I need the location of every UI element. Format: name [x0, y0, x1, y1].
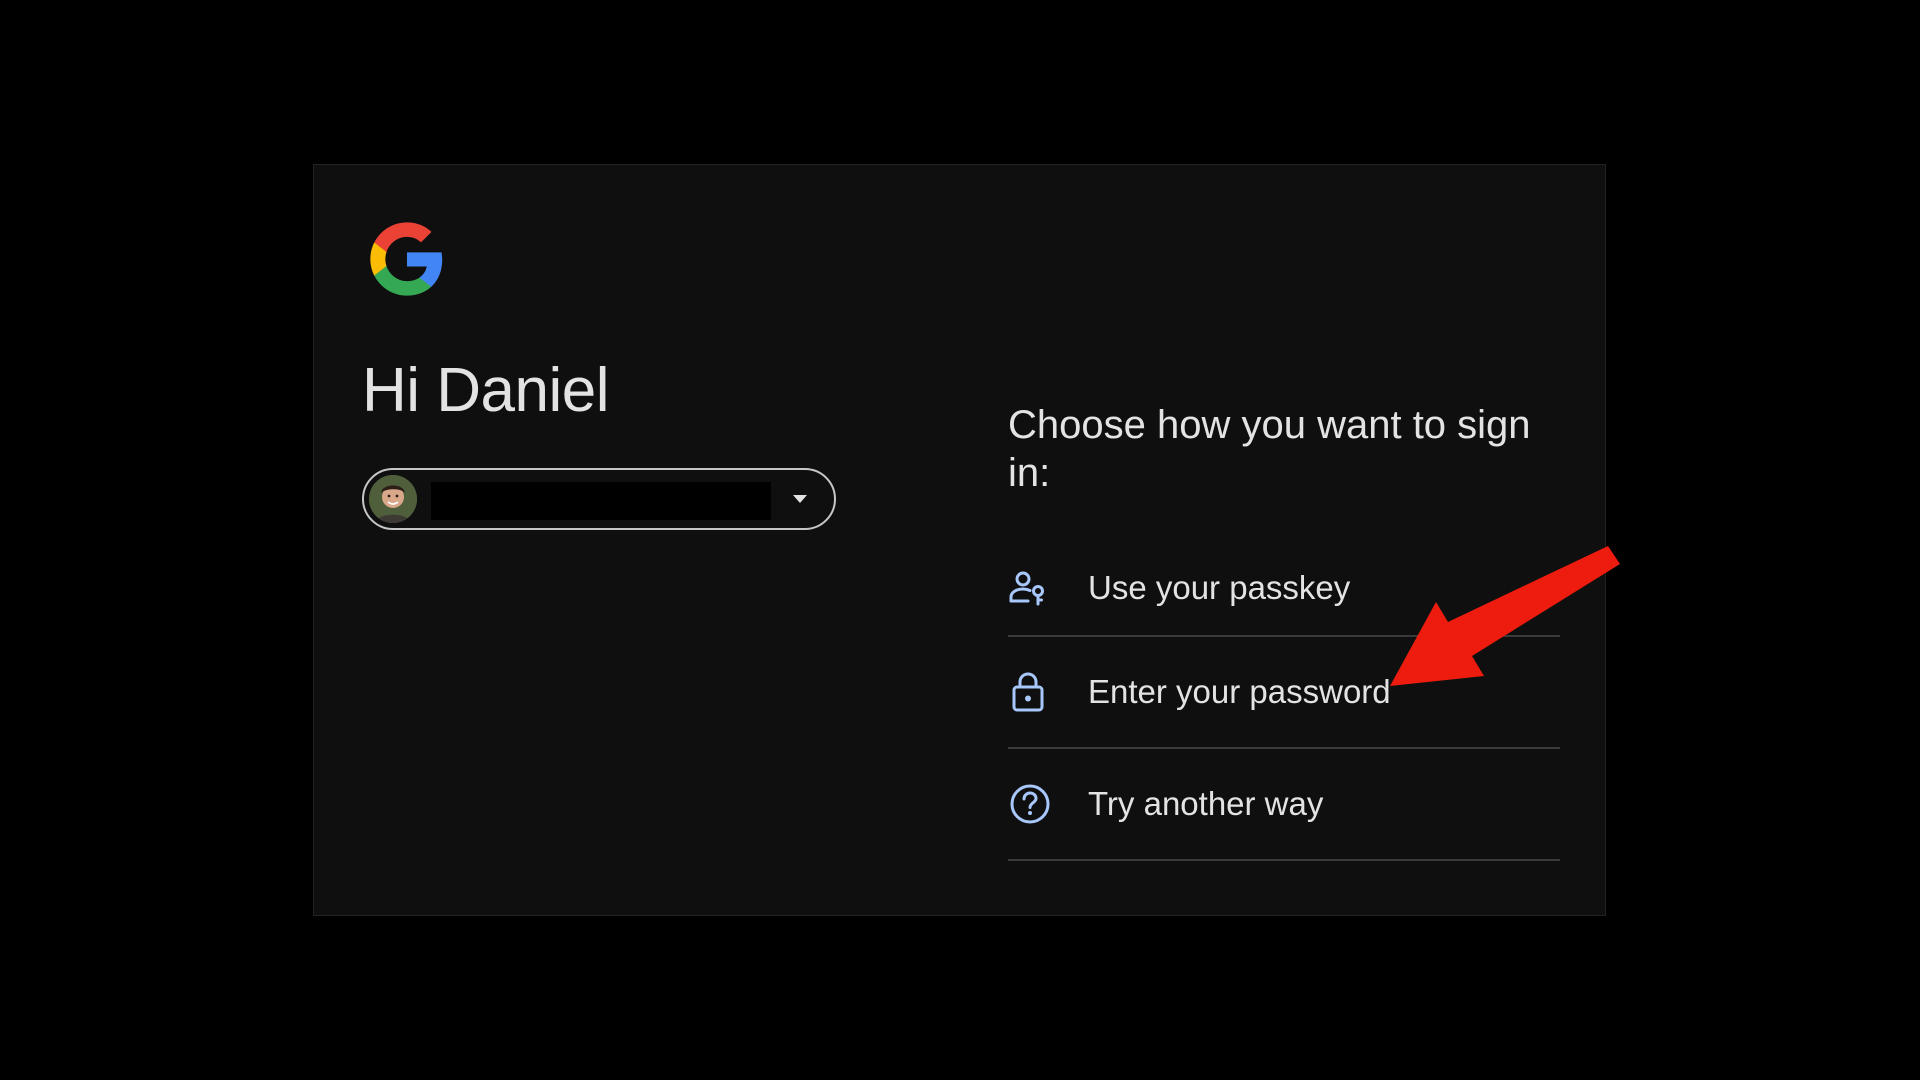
email-text-redacted — [431, 482, 771, 520]
sign-in-method-prompt: Choose how you want to sign in: — [1008, 403, 1531, 495]
option-label: Use your passkey — [1088, 569, 1351, 606]
option-try-another-way[interactable]: Try another way — [1008, 749, 1560, 861]
red-arrow-pointer-icon — [1390, 546, 1620, 686]
option-label: Enter your password — [1088, 673, 1391, 710]
user-avatar-icon — [369, 475, 417, 523]
caret-down-icon[interactable] — [790, 491, 810, 507]
greeting-heading: Hi Daniel — [362, 356, 610, 425]
google-logo-icon — [370, 222, 443, 296]
passkey-icon — [1008, 564, 1056, 612]
lock-icon — [1008, 668, 1056, 716]
help-circle-icon — [1008, 780, 1056, 828]
option-label: Try another way — [1088, 785, 1324, 822]
avatar — [369, 475, 417, 523]
account-chip[interactable] — [362, 468, 836, 530]
